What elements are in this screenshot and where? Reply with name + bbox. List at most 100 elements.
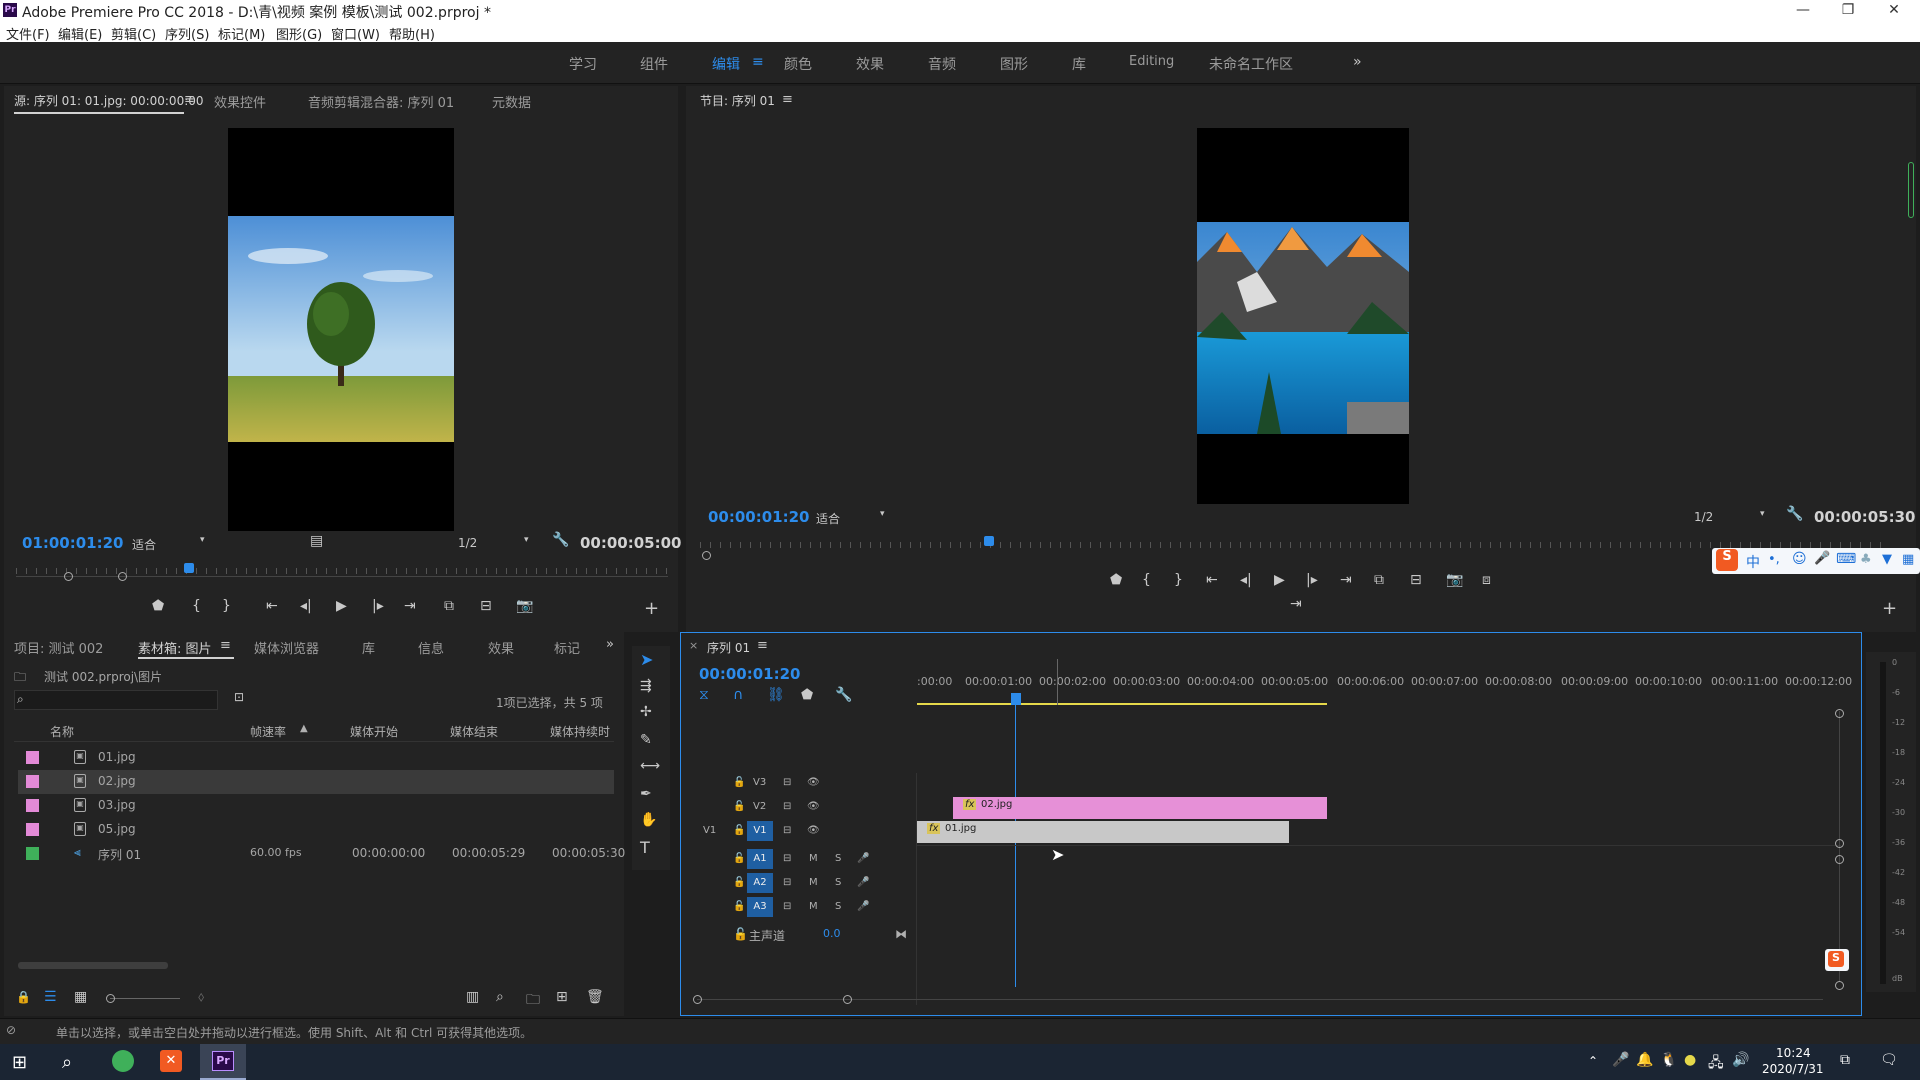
ime-emoji-icon[interactable]: ☺	[1792, 551, 1807, 567]
mark-in-icon[interactable]: {	[192, 598, 201, 614]
menu-marker[interactable]: 标记(M)	[218, 24, 265, 43]
col-media-end[interactable]: 媒体结束	[450, 723, 498, 740]
voice-over-mic-icon[interactable]: 🎤	[857, 877, 869, 888]
col-media-duration[interactable]: 媒体持续时	[550, 723, 610, 740]
list-item[interactable]: ▣ 03.jpg	[18, 794, 614, 818]
source-patch-v1[interactable]: V1	[703, 825, 716, 836]
program-mark-in-icon[interactable]: {	[1142, 572, 1151, 588]
new-search-bin-icon[interactable]: ⊡	[234, 690, 244, 704]
track-eye-icon[interactable]: 👁	[807, 825, 820, 836]
solo-button[interactable]: S	[835, 853, 841, 864]
program-playhead[interactable]	[984, 536, 994, 546]
action-center-icon[interactable]: 🗨	[1880, 1052, 1898, 1068]
program-go-out-icon[interactable]: ⇥	[1340, 572, 1352, 588]
tab-audio-mixer[interactable]: 音频剪辑混合器: 序列 01	[308, 92, 454, 111]
track-eye-icon[interactable]: 👁	[807, 801, 820, 812]
clear-trash-icon[interactable]: 🗑	[586, 989, 604, 1005]
clip-02-jpg[interactable]: fx 02.jpg	[953, 797, 1327, 819]
menu-clip[interactable]: 剪辑(C)	[111, 24, 156, 43]
res-dropdown-icon[interactable]: ▾	[524, 535, 529, 545]
go-to-in-icon[interactable]: ⇤	[266, 598, 278, 614]
settings-wrench-icon[interactable]: 🔧	[552, 532, 569, 548]
tab-bin-images[interactable]: 素材箱: 图片	[138, 638, 212, 657]
tray-network-icon[interactable]: 🖧	[1708, 1052, 1724, 1076]
premiere-taskbar-button[interactable]: Pr	[200, 1044, 246, 1080]
program-fit-select[interactable]: 适合	[816, 510, 840, 527]
program-step-back-icon[interactable]: ◂|	[1240, 572, 1252, 588]
minimize-button[interactable]: —	[1780, 0, 1826, 22]
workspace-libraries[interactable]: 库	[1072, 54, 1086, 74]
task-view-icon[interactable]: ⧉	[1840, 1052, 1850, 1068]
program-export-frame-icon[interactable]: 📷	[1446, 572, 1463, 588]
timeline-timecode[interactable]: 00:00:01:20	[699, 665, 801, 683]
tab-source[interactable]: 源: 序列 01: 01.jpg: 00:00:00:00	[14, 92, 204, 109]
workspace-editing[interactable]: 编辑	[712, 54, 740, 74]
col-media-start[interactable]: 媒体开始	[350, 723, 398, 740]
menu-sequence[interactable]: 序列(S)	[165, 24, 209, 43]
workspace-untitled[interactable]: 未命名工作区	[1209, 54, 1293, 74]
program-play-icon[interactable]: ▶	[1274, 572, 1285, 588]
sync-lock-icon[interactable]: ⊟	[783, 901, 791, 912]
workspace-audio[interactable]: 音频	[928, 54, 956, 74]
browser-app-icon[interactable]	[112, 1050, 134, 1072]
mute-button[interactable]: M	[809, 853, 818, 864]
ime-floating-icon[interactable]: S	[1825, 949, 1849, 971]
ime-punctuation-icon[interactable]: •,	[1768, 552, 1780, 567]
track-target-a2[interactable]: A2	[747, 873, 773, 893]
hzoom-handle-right[interactable]	[843, 995, 852, 1004]
go-to-edit-icon[interactable]: ⧓	[895, 927, 907, 941]
icon-view-icon[interactable]: ▦	[74, 989, 87, 1005]
mute-button[interactable]: M	[809, 901, 818, 912]
taskbar-search-icon[interactable]: ⌕	[62, 1052, 72, 1073]
track-lock-icon[interactable]: 🔓	[733, 825, 745, 836]
vscroll-handle-top[interactable]	[1835, 709, 1844, 718]
tab-project[interactable]: 项目: 测试 002	[14, 638, 103, 657]
program-add-button-icon[interactable]: +	[1882, 598, 1897, 619]
program-marker-icon[interactable]: ⬟	[1110, 572, 1122, 588]
new-item-icon[interactable]: ⊞	[556, 989, 568, 1005]
source-playhead[interactable]	[184, 563, 194, 573]
mark-out-icon[interactable]: }	[222, 598, 231, 614]
close-button[interactable]: ✕	[1871, 0, 1917, 22]
master-volume-value[interactable]: 0.0	[823, 927, 841, 940]
fit-dropdown-icon[interactable]: ▾	[200, 535, 205, 545]
track-eye-icon[interactable]: 👁	[807, 777, 820, 788]
program-resolution-select[interactable]: 1/2	[1694, 510, 1713, 524]
timeline-tab-menu-icon[interactable]: ≡	[757, 638, 768, 653]
voice-over-mic-icon[interactable]: 🎤	[857, 901, 869, 912]
workspace-more-icon[interactable]: »	[1353, 54, 1362, 70]
sync-lock-icon[interactable]: ⊟	[783, 825, 791, 836]
project-horizontal-scrollbar[interactable]	[18, 962, 168, 969]
zoom-handle-right[interactable]	[118, 572, 127, 581]
solo-button[interactable]: S	[835, 901, 841, 912]
selection-tool-icon[interactable]: ➤	[640, 650, 653, 669]
track-target-a3[interactable]: A3	[747, 897, 773, 917]
list-item[interactable]: ▣ 01.jpg	[18, 746, 614, 770]
tab-media-browser[interactable]: 媒体浏览器	[254, 638, 319, 657]
program-zoom-handle[interactable]	[702, 551, 711, 560]
program-step-fwd-icon[interactable]: |▸	[1306, 572, 1318, 588]
label-color-swatch[interactable]	[26, 751, 39, 764]
vscroll-handle-bottom[interactable]	[1835, 981, 1844, 990]
new-bin-icon[interactable]: 🗀	[526, 989, 540, 1013]
program-fit-dropdown-icon[interactable]: ▾	[880, 509, 885, 519]
taskbar-time[interactable]: 10:24	[1776, 1046, 1811, 1060]
workspace-graphics[interactable]: 图形	[1000, 54, 1028, 74]
sogou-logo-icon[interactable]: S	[1716, 549, 1738, 571]
work-area-bar[interactable]	[917, 703, 1327, 705]
workspace-effects[interactable]: 效果	[856, 54, 884, 74]
lift-icon[interactable]: ⧉	[1374, 572, 1384, 588]
ripple-edit-tool-icon[interactable]: ✢	[640, 704, 652, 720]
tray-volume-icon[interactable]: 🔊	[1732, 1052, 1749, 1068]
tab-libraries[interactable]: 库	[362, 638, 375, 657]
list-view-icon[interactable]: ☰	[44, 989, 57, 1005]
add-marker-icon[interactable]: ⬟	[152, 598, 164, 614]
source-time-ruler[interactable]	[16, 558, 668, 574]
type-tool-icon[interactable]: T	[640, 838, 650, 857]
ime-chinese-mode[interactable]: 中	[1746, 552, 1760, 572]
program-timecode[interactable]: 00:00:01:20	[708, 508, 810, 526]
ime-skin-icon[interactable]: ♣	[1860, 552, 1872, 567]
program-scrollbar[interactable]	[1908, 162, 1914, 218]
slip-tool-icon[interactable]: ⟷	[640, 758, 660, 774]
label-color-swatch[interactable]	[26, 847, 39, 860]
